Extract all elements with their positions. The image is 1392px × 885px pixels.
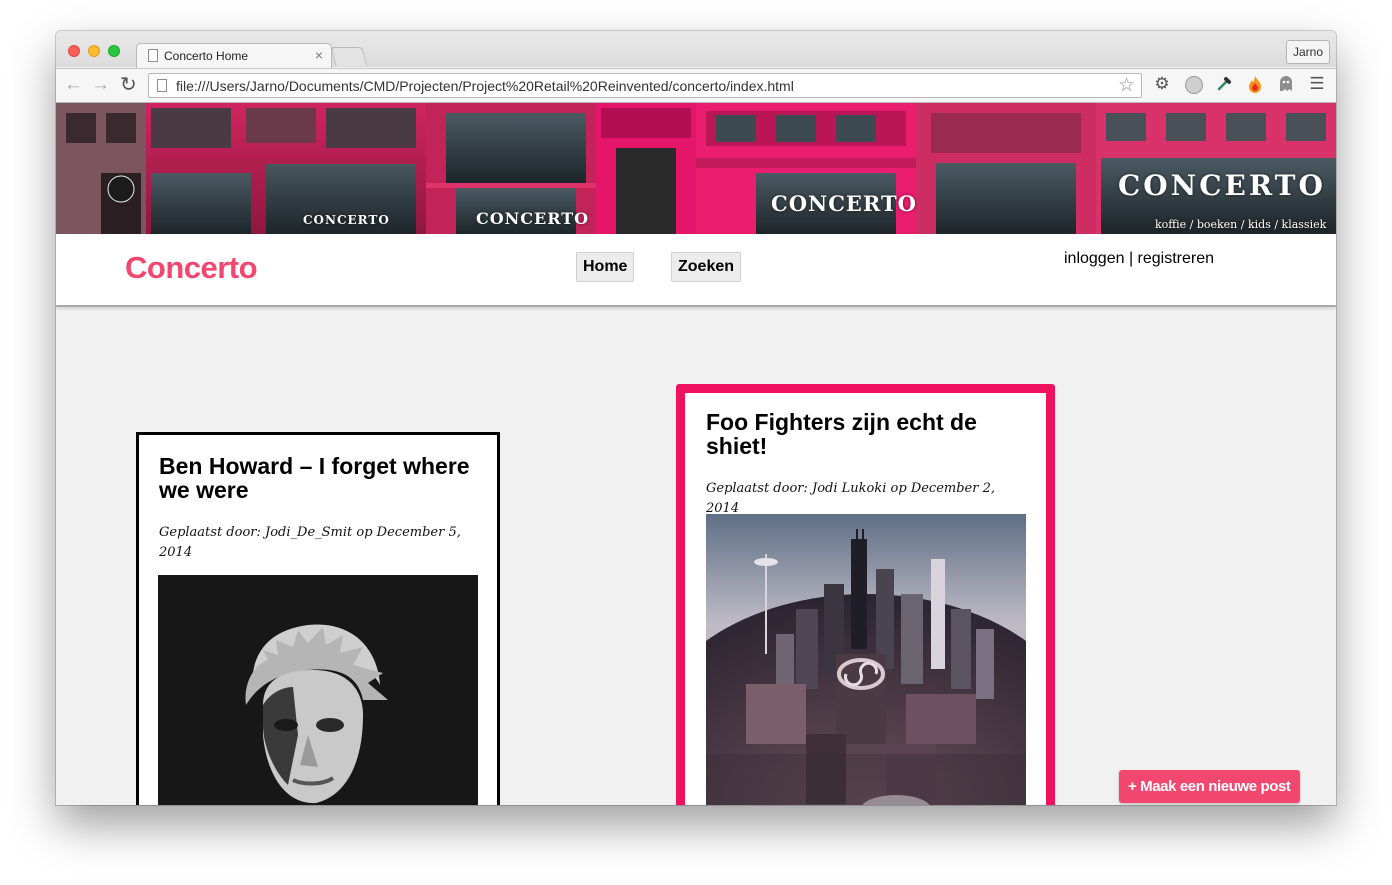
- nav-search-button[interactable]: Zoeken: [671, 252, 742, 282]
- page-icon: [148, 49, 158, 62]
- banner-sign: CONCERTO: [771, 191, 917, 216]
- forward-arrow-icon[interactable]: →: [91, 74, 110, 96]
- post-title[interactable]: Ben Howard – I forget where we were: [159, 454, 479, 502]
- auth-links: inloggen | registreren: [1064, 250, 1214, 268]
- login-link[interactable]: inloggen: [1064, 250, 1125, 267]
- url-text[interactable]: file:///Users/Jarno/Documents/CMD/Projec…: [176, 78, 794, 94]
- banner-sign: CONCERTO: [303, 213, 390, 227]
- banner-image: CONCERTO CONCERTO CONCERTO CONCERTO koff…: [56, 103, 1336, 234]
- page-viewport: CONCERTO CONCERTO CONCERTO CONCERTO koff…: [56, 103, 1336, 805]
- new-post-button[interactable]: + Maak een nieuwe post: [1119, 770, 1300, 803]
- banner-sign: CONCERTO: [476, 209, 590, 228]
- browser-window: Concerto Home × Jarno ← → ↻ file:///User…: [56, 31, 1336, 805]
- post-meta: Geplaatst door: Jodi_De_Smit op December…: [159, 525, 461, 560]
- portrait-photo: [158, 575, 478, 805]
- address-bar[interactable]: file:///Users/Jarno/Documents/CMD/Projec…: [148, 73, 1142, 98]
- tab-close-icon[interactable]: ×: [315, 47, 323, 63]
- post-image: [158, 575, 478, 805]
- bookmark-star-icon[interactable]: ☆: [1118, 74, 1135, 97]
- title-bar: Concerto Home × Jarno: [56, 31, 1336, 68]
- post-meta: Geplaatst door: Jodi Lukoki op December …: [706, 481, 996, 516]
- post-image: [706, 514, 1026, 805]
- post-card[interactable]: Ben Howard – I forget where we were Gepl…: [136, 432, 500, 805]
- nav-home-button[interactable]: Home: [576, 252, 635, 282]
- profile-button[interactable]: Jarno: [1285, 40, 1330, 64]
- close-window-button[interactable]: [68, 45, 80, 57]
- reload-icon[interactable]: ↻: [120, 72, 137, 97]
- banner-sign: CONCERTO: [1118, 169, 1326, 202]
- tab-concerto-home[interactable]: Concerto Home ×: [136, 43, 332, 68]
- browser-toolbar: ← → ↻ file:///Users/Jarno/Documents/CMD/…: [56, 68, 1336, 103]
- fire-icon[interactable]: [1246, 75, 1264, 93]
- back-arrow-icon[interactable]: ←: [64, 74, 83, 96]
- city-photo: [706, 514, 1026, 805]
- gear-icon[interactable]: ⚙: [1153, 75, 1171, 93]
- auth-separator: |: [1124, 250, 1138, 267]
- site-logo[interactable]: Concerto: [125, 250, 258, 286]
- post-card-highlighted[interactable]: Foo Fighters zijn echt de shiet! Geplaat…: [676, 384, 1055, 805]
- new-tab-button[interactable]: [330, 47, 368, 66]
- zoom-window-button[interactable]: [108, 45, 120, 57]
- minimize-window-button[interactable]: [88, 45, 100, 57]
- ghost-icon[interactable]: [1277, 75, 1295, 93]
- site-header: Concerto Home Zoeken inloggen | registre…: [56, 234, 1336, 307]
- post-title[interactable]: Foo Fighters zijn echt de shiet!: [706, 410, 1026, 458]
- eyedropper-icon[interactable]: [1216, 75, 1234, 93]
- register-link[interactable]: registreren: [1138, 250, 1214, 267]
- menu-icon[interactable]: ☰: [1308, 75, 1326, 93]
- banner-subtitle: koffie / boeken / kids / klassiek: [1155, 218, 1327, 231]
- tab-title: Concerto Home: [164, 49, 249, 63]
- ghostery-icon[interactable]: [1185, 76, 1203, 94]
- page-icon: [157, 79, 167, 92]
